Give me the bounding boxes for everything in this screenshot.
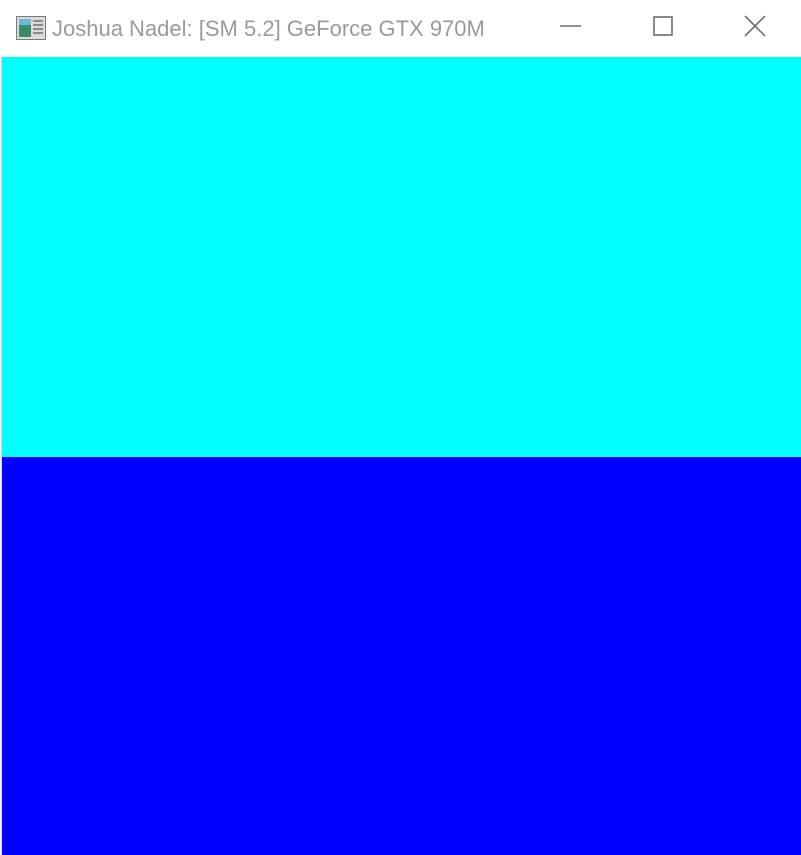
render-viewport[interactable] <box>2 57 801 855</box>
close-button[interactable] <box>709 0 801 57</box>
minimize-button[interactable] <box>525 0 617 57</box>
window-app-icon[interactable] <box>16 16 46 40</box>
window-title: Joshua Nadel: [SM 5.2] GeForce GTX 970M <box>52 16 485 41</box>
maximize-button[interactable] <box>617 0 709 57</box>
close-icon <box>744 15 766 42</box>
title-bar[interactable]: Joshua Nadel: [SM 5.2] GeForce GTX 970M <box>0 0 801 57</box>
maximize-icon <box>653 16 673 41</box>
minimize-icon <box>560 15 582 42</box>
cyan-render-band <box>2 57 801 457</box>
application-window: Joshua Nadel: [SM 5.2] GeForce GTX 970M <box>0 0 801 855</box>
blue-render-band <box>2 457 801 855</box>
